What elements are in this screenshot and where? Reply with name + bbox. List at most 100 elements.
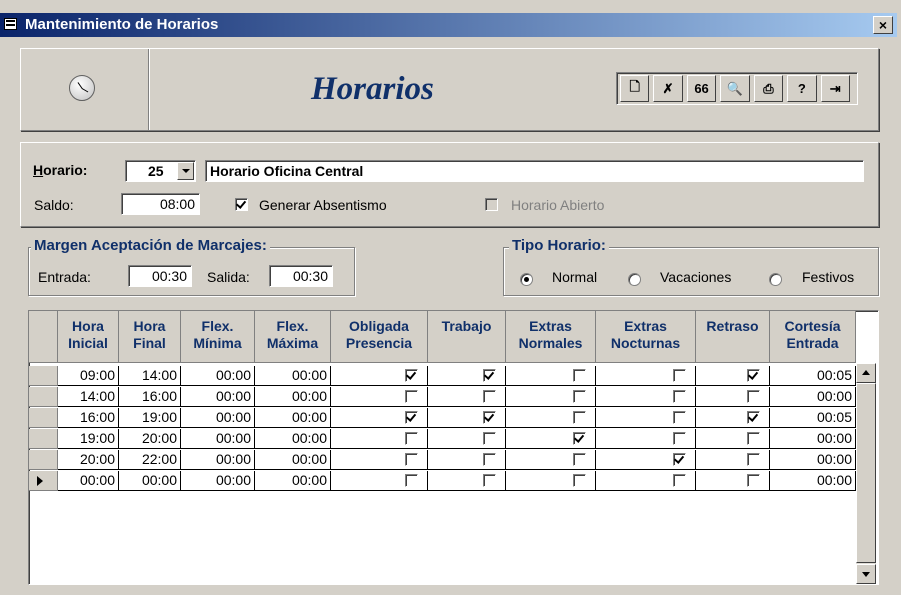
- inicial-cell[interactable]: 14:00: [58, 387, 119, 407]
- retraso-checkbox[interactable]: [747, 369, 760, 382]
- trabajo-checkbox[interactable]: [483, 369, 496, 382]
- vertical-scrollbar[interactable]: [856, 363, 876, 584]
- final-cell[interactable]: 19:00: [119, 408, 181, 428]
- entrada-field[interactable]: 00:30: [128, 265, 192, 287]
- dropdown-arrow-icon[interactable]: [177, 162, 194, 180]
- saldo-field[interactable]: 08:00: [121, 193, 200, 215]
- max-cell[interactable]: 00:00: [255, 450, 331, 470]
- final-cell[interactable]: 16:00: [119, 387, 181, 407]
- column-header[interactable]: Flex. Máxima: [255, 311, 331, 363]
- scroll-down-icon[interactable]: [856, 564, 876, 584]
- max-cell[interactable]: 00:00: [255, 408, 331, 428]
- horario-code-combo[interactable]: 25: [125, 160, 196, 182]
- retraso-checkbox[interactable]: [747, 432, 760, 445]
- min-cell[interactable]: 00:00: [181, 471, 255, 491]
- min-cell[interactable]: 00:00: [181, 450, 255, 470]
- column-header[interactable]: Hora Inicial: [58, 311, 119, 363]
- ext_norm-checkbox[interactable]: [573, 390, 586, 403]
- min-cell[interactable]: 00:00: [181, 429, 255, 449]
- salida-field[interactable]: 00:30: [269, 265, 333, 287]
- final-cell[interactable]: 20:00: [119, 429, 181, 449]
- ext_noct-checkbox[interactable]: [673, 369, 686, 382]
- row-selector[interactable]: [29, 366, 58, 386]
- table-row[interactable]: 14:00 16:00 00:00 00:00 00:00: [29, 387, 856, 407]
- final-cell[interactable]: 14:00: [119, 366, 181, 386]
- table-row[interactable]: 09:00 14:00 00:00 00:00 00:05: [29, 366, 856, 386]
- cortesia-cell[interactable]: 00:00: [770, 429, 856, 449]
- table-row[interactable]: 20:00 22:00 00:00 00:00 00:00: [29, 450, 856, 470]
- min-cell[interactable]: 00:00: [181, 408, 255, 428]
- table-row[interactable]: 00:00 00:00 00:00 00:00 00:00: [29, 471, 856, 491]
- row-selector[interactable]: [29, 408, 58, 428]
- trabajo-checkbox[interactable]: [483, 453, 496, 466]
- column-header[interactable]: Extras Normales: [506, 311, 596, 363]
- column-header[interactable]: Retraso: [696, 311, 770, 363]
- ext_norm-checkbox[interactable]: [573, 369, 586, 382]
- ext_norm-checkbox[interactable]: [573, 432, 586, 445]
- print-preview-button[interactable]: 🔍: [720, 75, 750, 102]
- find-button[interactable]: 66: [686, 75, 717, 102]
- obligada-checkbox[interactable]: [405, 369, 418, 382]
- trabajo-checkbox[interactable]: [483, 390, 496, 403]
- horario-abierto-checkbox[interactable]: [485, 198, 498, 211]
- table-row[interactable]: 16:00 19:00 00:00 00:00 00:05: [29, 408, 856, 428]
- inicial-cell[interactable]: 20:00: [58, 450, 119, 470]
- ext_noct-checkbox[interactable]: [673, 453, 686, 466]
- row-selector[interactable]: [29, 429, 58, 449]
- column-header[interactable]: Extras Nocturnas: [596, 311, 696, 363]
- ext_noct-checkbox[interactable]: [673, 411, 686, 424]
- ext_norm-checkbox[interactable]: [573, 474, 586, 487]
- column-header[interactable]: Obligada Presencia: [331, 311, 428, 363]
- row-selector[interactable]: [29, 450, 58, 470]
- cortesia-cell[interactable]: 00:00: [770, 387, 856, 407]
- obligada-checkbox[interactable]: [405, 453, 418, 466]
- obligada-checkbox[interactable]: [405, 411, 418, 424]
- print-button[interactable]: ⎙: [753, 75, 784, 102]
- radio-vacaciones[interactable]: [628, 273, 641, 286]
- cortesia-cell[interactable]: 00:05: [770, 408, 856, 428]
- horario-name-field[interactable]: Horario Oficina Central: [205, 160, 864, 182]
- trabajo-checkbox[interactable]: [483, 474, 496, 487]
- inicial-cell[interactable]: 09:00: [58, 366, 119, 386]
- obligada-checkbox[interactable]: [405, 390, 418, 403]
- max-cell[interactable]: 00:00: [255, 471, 331, 491]
- ext_noct-checkbox[interactable]: [673, 432, 686, 445]
- cortesia-cell[interactable]: 00:00: [770, 471, 856, 491]
- inicial-cell[interactable]: 00:00: [58, 471, 119, 491]
- retraso-checkbox[interactable]: [747, 474, 760, 487]
- column-header[interactable]: Trabajo: [428, 311, 506, 363]
- retraso-checkbox[interactable]: [747, 411, 760, 424]
- row-selector[interactable]: [29, 471, 58, 491]
- max-cell[interactable]: 00:00: [255, 366, 331, 386]
- radio-festivos[interactable]: [769, 273, 782, 286]
- ext_noct-checkbox[interactable]: [673, 474, 686, 487]
- generar-absentismo-checkbox[interactable]: [235, 198, 248, 211]
- min-cell[interactable]: 00:00: [181, 387, 255, 407]
- trabajo-checkbox[interactable]: [483, 432, 496, 445]
- column-header[interactable]: Hora Final: [119, 311, 181, 363]
- new-record-button[interactable]: 🗋: [620, 75, 650, 102]
- radio-normal[interactable]: [520, 273, 533, 286]
- obligada-checkbox[interactable]: [405, 474, 418, 487]
- max-cell[interactable]: 00:00: [255, 429, 331, 449]
- min-cell[interactable]: 00:00: [181, 366, 255, 386]
- obligada-checkbox[interactable]: [405, 432, 418, 445]
- cortesia-cell[interactable]: 00:00: [770, 450, 856, 470]
- column-header[interactable]: Flex. Mínima: [181, 311, 255, 363]
- trabajo-checkbox[interactable]: [483, 411, 496, 424]
- inicial-cell[interactable]: 19:00: [58, 429, 119, 449]
- max-cell[interactable]: 00:00: [255, 387, 331, 407]
- ext_norm-checkbox[interactable]: [573, 411, 586, 424]
- inicial-cell[interactable]: 16:00: [58, 408, 119, 428]
- final-cell[interactable]: 22:00: [119, 450, 181, 470]
- retraso-checkbox[interactable]: [747, 390, 760, 403]
- cortesia-cell[interactable]: 00:05: [770, 366, 856, 386]
- final-cell[interactable]: 00:00: [119, 471, 181, 491]
- ext_norm-checkbox[interactable]: [573, 453, 586, 466]
- exit-button[interactable]: ⇥: [820, 75, 850, 102]
- row-selector[interactable]: [29, 387, 58, 407]
- help-button[interactable]: ?: [787, 75, 817, 102]
- scroll-up-icon[interactable]: [856, 363, 876, 383]
- column-header[interactable]: Cortesía Entrada: [770, 311, 856, 363]
- table-row[interactable]: 19:00 20:00 00:00 00:00 00:00: [29, 429, 856, 449]
